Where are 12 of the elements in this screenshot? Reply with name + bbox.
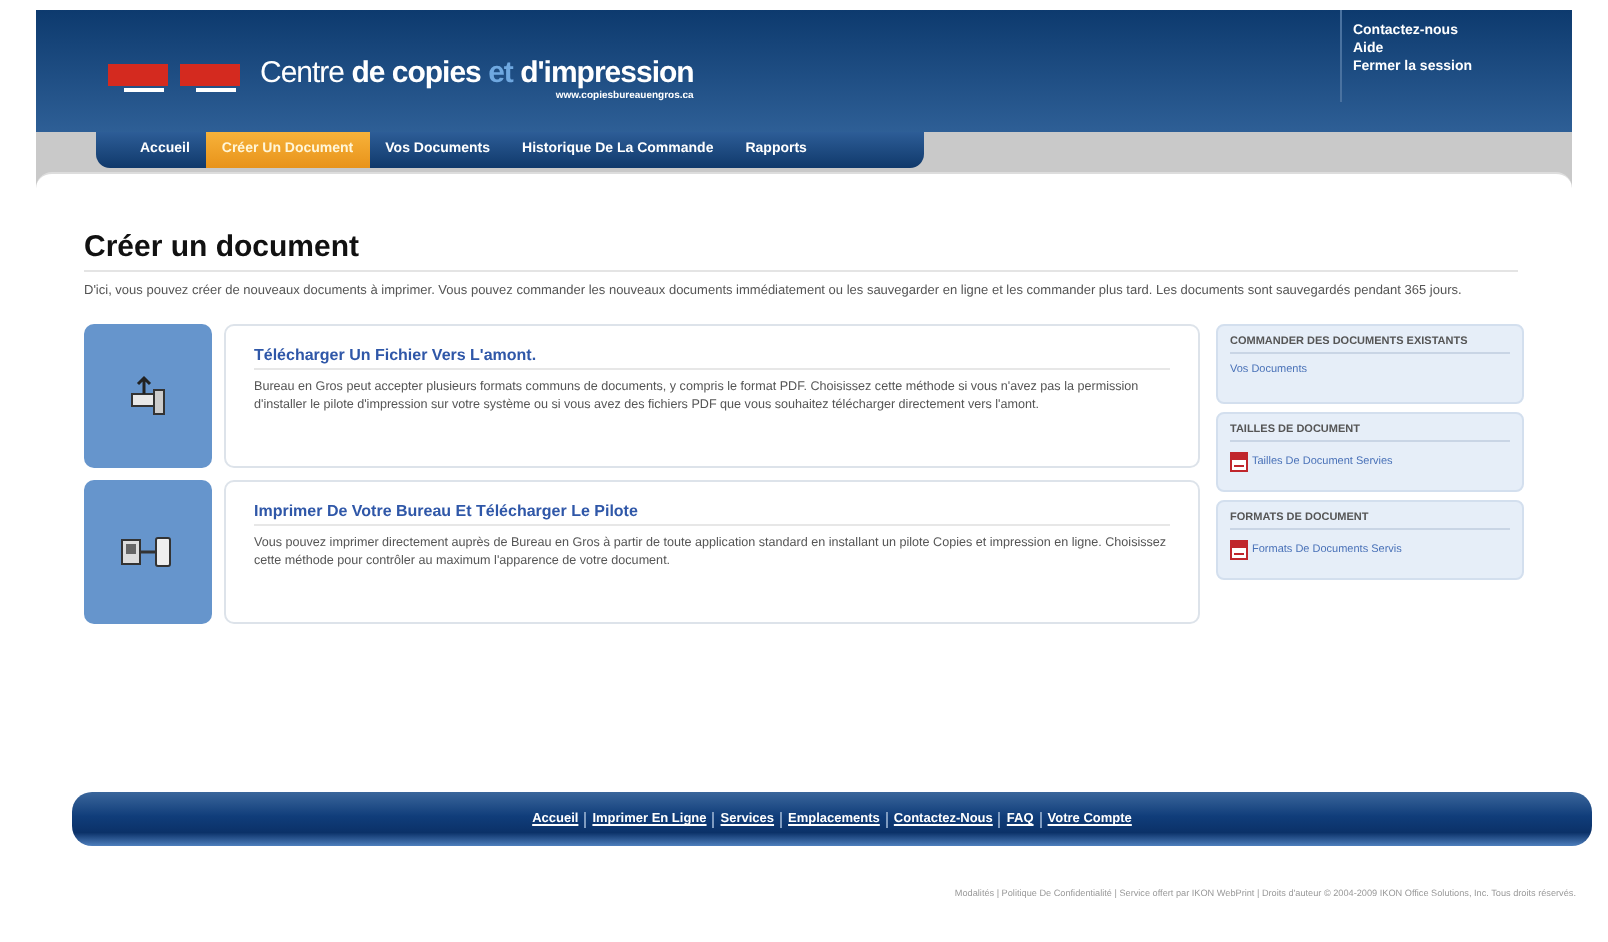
upload-icon [126,374,170,418]
logo-badge-icon [108,63,168,95]
option-title-link[interactable]: Télécharger Un Fichier Vers L'amont. [254,346,1170,370]
logo-title: Centre de copies et d'impression [260,56,694,90]
page-title: Créer un document [84,230,1518,272]
pdf-icon [1230,452,1248,472]
option-icon-tile[interactable] [84,480,212,624]
pdf-icon [1230,540,1248,560]
printer-connection-icon [120,534,176,570]
option-icon-tile[interactable] [84,324,212,468]
option-title-link[interactable]: Imprimer De Votre Bureau Et Télécharger Le Pilote [254,502,1170,526]
logo-badge-icon [180,63,240,95]
